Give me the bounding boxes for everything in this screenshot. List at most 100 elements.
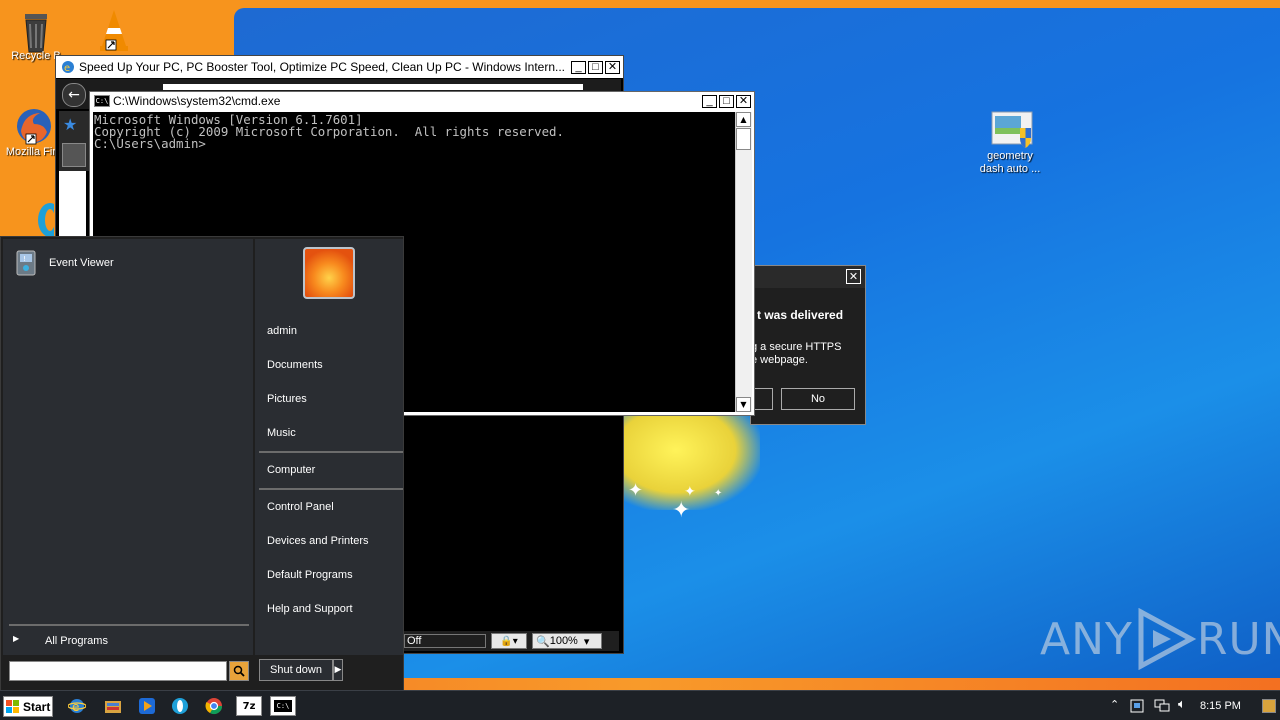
start-menu-divider	[9, 624, 249, 626]
cmd-icon: C:\	[94, 95, 110, 107]
zoom-icon: 🔍	[536, 635, 550, 648]
desktop-icon-vlc[interactable]	[76, 6, 152, 51]
start-item-computer[interactable]: Computer	[267, 464, 315, 476]
vlc-cone-icon	[94, 6, 134, 51]
taskbar-7zip-icon[interactable]: 7z	[236, 696, 262, 716]
scroll-up-icon[interactable]: ▲	[736, 112, 751, 127]
start-item-admin[interactable]: admin	[267, 325, 297, 337]
chevron-down-icon: ▾	[583, 635, 590, 648]
cmd-title: C:\Windows\system32\cmd.exe	[113, 94, 281, 108]
close-button[interactable]: ✕	[605, 60, 620, 74]
dialog-body-line1: g a secure HTTPS	[751, 341, 842, 353]
action-center-flag-icon[interactable]	[1130, 699, 1144, 713]
ie-favorites-strip: ★	[59, 111, 89, 171]
7zip-logo-icon: 7z	[242, 700, 256, 712]
firefox-icon	[14, 104, 54, 145]
start-item-default-programs[interactable]: Default Programs	[267, 569, 353, 581]
svg-text:e: e	[64, 63, 70, 74]
no-button[interactable]: No	[781, 388, 855, 410]
scroll-down-icon[interactable]: ▼	[736, 397, 751, 412]
zoom-dropdown[interactable]: 🔍 100% ▾	[532, 633, 602, 649]
start-item-help-support[interactable]: Help and Support	[267, 603, 353, 615]
cmd-titlebar[interactable]: C:\ C:\Windows\system32\cmd.exe _ □ ✕	[90, 92, 754, 110]
close-button[interactable]: ✕	[736, 94, 751, 108]
start-search-input[interactable]	[9, 661, 227, 681]
start-menu-divider	[259, 488, 403, 490]
svg-text:!: !	[23, 255, 26, 263]
all-programs-label: All Programs	[45, 635, 108, 647]
taskbar: Start e 7z C:\ ⌃ 🔈︎ 8:15 PM	[0, 690, 1280, 720]
start-menu-divider	[259, 451, 403, 453]
network-icon[interactable]	[1154, 699, 1170, 713]
ie-logo-icon: e	[60, 59, 76, 75]
start-menu-places	[255, 239, 403, 655]
maximize-button[interactable]: □	[588, 60, 603, 74]
start-menu: ! Event Viewer ▶ All Programs admin Docu…	[0, 236, 404, 691]
anyrun-watermark: ANY RUN	[1040, 608, 1280, 670]
dialog-content: t was delivered g a secure HTTPS e webpa…	[751, 288, 865, 424]
dialog-heading: t was delivered	[757, 308, 844, 322]
desktop-icon-label-line2: dash auto ...	[979, 163, 1041, 175]
maximize-button[interactable]: □	[719, 94, 734, 108]
ie-title: Speed Up Your PC, PC Booster Tool, Optim…	[79, 60, 566, 74]
show-desktop-button[interactable]	[1262, 699, 1276, 713]
taskbar-cmd-icon[interactable]: C:\	[270, 696, 296, 716]
vertical-scrollbar[interactable]: ▲ ▼	[735, 112, 752, 412]
desktop-icon-label-line1: geometry	[987, 150, 1033, 162]
sparkle-icon: ✦	[714, 488, 723, 499]
start-item-documents[interactable]: Documents	[267, 359, 323, 371]
start-item-music[interactable]: Music	[267, 427, 296, 439]
recycle-bin-icon	[16, 8, 56, 53]
chevron-right-icon: ▶	[13, 634, 20, 643]
play-icon	[1138, 608, 1197, 670]
desktop-icon-geometry-dash[interactable]: geometry dash auto ...	[972, 108, 1048, 176]
minimize-button[interactable]: _	[702, 94, 717, 108]
dialog-titlebar: ✕	[751, 266, 865, 288]
opera-icon	[14, 200, 62, 240]
shutdown-button[interactable]: Shut down	[259, 659, 333, 681]
watermark-text-right: RUN	[1196, 613, 1280, 665]
scrollbar-thumb[interactable]	[736, 128, 751, 150]
start-label: Start	[23, 699, 51, 714]
security-zone-icon[interactable]: 🔒▾	[491, 633, 527, 649]
favorites-star-icon[interactable]: ★	[63, 115, 77, 134]
show-hidden-icons-icon[interactable]: ⌃	[1110, 698, 1119, 711]
windows-logo-icon	[6, 699, 20, 714]
sparkle-icon: ✦	[628, 480, 644, 501]
taskbar-explorer-icon[interactable]	[102, 696, 124, 716]
event-viewer-icon: !	[15, 249, 39, 277]
taskbar-media-player-icon[interactable]	[136, 696, 158, 716]
console-prompt: C:\Users\admin>	[94, 136, 206, 151]
svg-text:e: e	[72, 700, 79, 714]
search-icon[interactable]	[229, 661, 249, 681]
start-item-control-panel[interactable]: Control Panel	[267, 501, 334, 513]
dialog-body-line2: e webpage.	[751, 354, 808, 366]
ie-titlebar[interactable]: e Speed Up Your PC, PC Booster Tool, Opt…	[56, 56, 623, 78]
address-bar[interactable]	[163, 84, 583, 90]
cmd-logo-icon: C:\	[274, 700, 292, 712]
start-item-event-viewer[interactable]: ! Event Viewer	[15, 249, 245, 279]
start-item-label: Event Viewer	[49, 257, 114, 269]
protected-mode-status: Off	[404, 634, 486, 648]
start-item-pictures[interactable]: Pictures	[267, 393, 307, 405]
taskbar-opera-icon[interactable]	[169, 696, 191, 716]
watermark-text-left: ANY	[1040, 613, 1133, 665]
volume-icon[interactable]: 🔈︎	[1178, 697, 1186, 712]
sparkle-icon: ✦	[672, 498, 691, 523]
start-item-devices-printers[interactable]: Devices and Printers	[267, 535, 369, 547]
taskbar-ie-icon[interactable]: e	[66, 696, 88, 716]
quick-tabs-icon[interactable]	[62, 143, 86, 167]
taskbar-chrome-icon[interactable]	[203, 696, 225, 716]
clock-time[interactable]: 8:15 PM	[1200, 700, 1241, 712]
all-programs-button[interactable]: ▶ All Programs	[11, 631, 251, 651]
security-dialog[interactable]: ✕ t was delivered g a secure HTTPS e web…	[750, 265, 866, 425]
back-icon[interactable]: ←	[62, 83, 86, 107]
installer-shield-icon	[990, 108, 1033, 148]
minimize-button[interactable]: _	[571, 60, 586, 74]
shutdown-options-icon[interactable]: ▶	[333, 659, 343, 681]
start-button[interactable]: Start	[3, 696, 53, 717]
user-avatar[interactable]	[303, 247, 355, 299]
start-menu-programs: ! Event Viewer ▶ All Programs	[3, 239, 253, 655]
close-button[interactable]: ✕	[846, 269, 861, 284]
zoom-level: 100%	[549, 635, 578, 647]
